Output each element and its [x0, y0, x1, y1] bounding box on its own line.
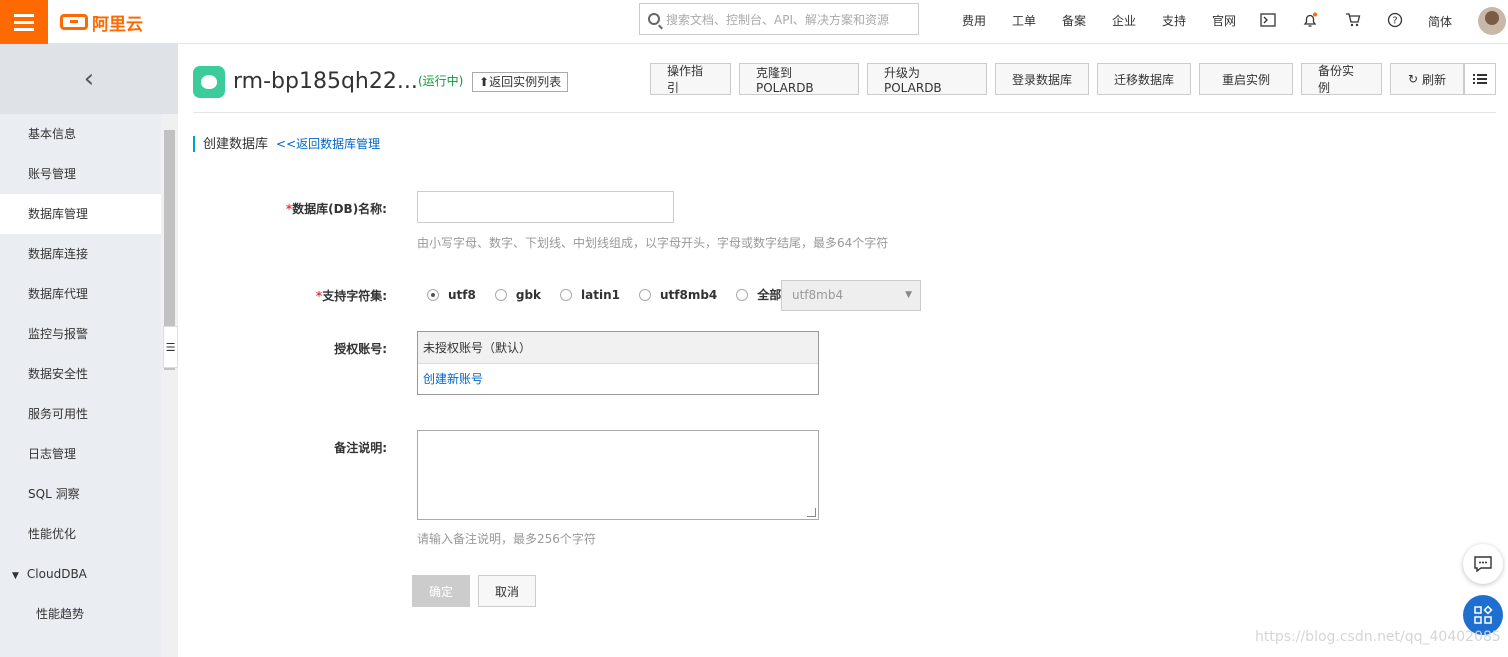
sidebar-item-logs[interactable]: 日志管理 [0, 434, 161, 474]
cancel-button[interactable]: 取消 [478, 575, 536, 607]
sidebar-item-accounts[interactable]: 账号管理 [0, 154, 161, 194]
backup-instance-button[interactable]: 备份实例 [1301, 63, 1382, 95]
instance-name: rm-bp185qh22... [233, 69, 418, 94]
charset-latin1-radio[interactable]: latin1 [560, 288, 620, 302]
terminal-icon[interactable] [1259, 11, 1277, 29]
charset-radio-group: utf8 gbk latin1 utf8mb4 全部 [427, 286, 800, 303]
login-db-button[interactable]: 登录数据库 [995, 63, 1089, 95]
back-to-instance-list-button[interactable]: ⬆返回实例列表 [472, 72, 569, 92]
list-icon [1473, 74, 1487, 84]
divider [193, 112, 1496, 113]
sidebar-item-connection[interactable]: 数据库连接 [0, 234, 161, 274]
sidebar: ‹ 基本信息 账号管理 数据库管理 数据库连接 数据库代理 监控与报警 数据安全… [0, 44, 178, 657]
confirm-button[interactable]: 确定 [412, 575, 470, 607]
sidebar-item-monitoring[interactable]: 监控与报警 [0, 314, 161, 354]
chevron-down-icon: ▼ [905, 290, 912, 300]
collapse-icon: ☰ [165, 340, 176, 354]
help-icon[interactable]: ? [1386, 11, 1404, 29]
remark-textarea[interactable] [417, 430, 819, 520]
refresh-icon: ↻ [1407, 72, 1419, 86]
svg-text:?: ? [1392, 16, 1397, 27]
watermark: https://blog.csdn.net/qq_40402085 [1255, 629, 1501, 645]
sidebar-item-sql-insight[interactable]: SQL 洞察 [0, 474, 161, 514]
chat-icon [1474, 556, 1492, 573]
sidebar-item-availability[interactable]: 服务可用性 [0, 394, 161, 434]
nav-official[interactable]: 官网 [1199, 12, 1249, 29]
charset-utf8-radio[interactable]: utf8 [427, 288, 476, 302]
radio-icon [560, 288, 573, 301]
upgrade-polardb-button[interactable]: 升级为POLARDB [867, 63, 987, 95]
apps-icon [1474, 605, 1493, 624]
nav-enterprise[interactable]: 企业 [1099, 12, 1149, 29]
account-list: 未授权账号（默认） 创建新账号 [417, 331, 819, 395]
charset-all-radio[interactable]: 全部 [736, 286, 781, 303]
remark-label: 备注说明: [334, 441, 387, 455]
refresh-button[interactable]: ↻ 刷新 [1390, 63, 1464, 95]
sidebar-back-button[interactable]: ‹ [0, 44, 178, 114]
remark-hint: 请输入备注说明，最多256个字符 [417, 532, 596, 546]
chevron-left-icon: ‹ [83, 64, 95, 94]
charset-select[interactable]: utf8mb4 ▼ [781, 280, 921, 311]
charset-label: *支持字符集: [315, 289, 387, 303]
sidebar-item-proxy[interactable]: 数据库代理 [0, 274, 161, 314]
top-nav: 费用 工单 备案 企业 支持 官网 [949, 0, 1249, 40]
logo-icon [60, 14, 88, 30]
restart-instance-button[interactable]: 重启实例 [1199, 63, 1293, 95]
radio-checked-icon [427, 288, 439, 301]
nav-tickets[interactable]: 工单 [999, 12, 1049, 29]
sidebar-item-performance[interactable]: 性能优化 [0, 514, 161, 554]
radio-icon [736, 288, 749, 301]
radio-icon [494, 288, 507, 301]
global-search[interactable]: 搜索文档、控制台、API、解决方案和资源 [639, 3, 919, 35]
sidebar-item-databases[interactable]: 数据库管理 [0, 194, 161, 234]
language-switch[interactable]: 简体 [1428, 13, 1452, 30]
sidebar-list: 基本信息 账号管理 数据库管理 数据库连接 数据库代理 监控与报警 数据安全性 … [0, 114, 161, 634]
bell-icon[interactable] [1301, 11, 1319, 29]
sidebar-item-security[interactable]: 数据安全性 [0, 354, 161, 394]
sidebar-item-label: CloudDBA [26, 567, 87, 581]
sidebar-item-perf-trend[interactable]: 性能趋势 [0, 594, 161, 634]
aliyun-logo[interactable]: 阿里云 [60, 9, 143, 35]
charset-gbk-radio[interactable]: gbk [494, 288, 541, 302]
upload-icon: ⬆ [479, 75, 490, 89]
chat-button[interactable] [1463, 544, 1503, 584]
avatar[interactable] [1478, 7, 1506, 35]
guide-button[interactable]: 操作指引 [650, 63, 731, 95]
top-bar: 阿里云 搜索文档、控制台、API、解决方案和资源 费用 工单 备案 企业 支持 … [0, 0, 1508, 44]
nav-icp[interactable]: 备案 [1049, 12, 1099, 29]
db-name-label: *数据库(DB)名称: [285, 202, 387, 216]
create-account-link[interactable]: 创建新账号 [418, 364, 818, 394]
hamburger-menu-button[interactable] [0, 0, 48, 44]
clone-polardb-button[interactable]: 克隆到POLARDB [739, 63, 859, 95]
radio-icon [638, 288, 651, 301]
list-view-button[interactable] [1464, 63, 1496, 95]
caret-down-icon: ▼ [12, 571, 19, 581]
charset-utf8mb4-radio[interactable]: utf8mb4 [638, 288, 717, 302]
db-name-hint: 由小写字母、数字、下划线、中划线组成，以字母开头，字母或数字结尾，最多64个字符 [417, 236, 889, 250]
logo-text: 阿里云 [92, 14, 143, 35]
sidebar-collapse-toggle[interactable]: ☰ [163, 326, 178, 368]
main-content: rm-bp185qh22... (运行中) ⬆返回实例列表 操作指引 克隆到PO… [178, 44, 1508, 657]
rds-instance-icon [193, 66, 225, 98]
account-label: 授权账号: [334, 342, 387, 356]
back-to-db-management-link[interactable]: <<返回数据库管理 [276, 137, 380, 151]
account-default-option[interactable]: 未授权账号（默认） [418, 332, 818, 364]
search-input[interactable]: 搜索文档、控制台、API、解决方案和资源 [666, 11, 889, 28]
sidebar-item-basic-info[interactable]: 基本信息 [0, 114, 161, 154]
db-name-input[interactable] [417, 191, 674, 223]
migrate-db-button[interactable]: 迁移数据库 [1097, 63, 1191, 95]
toolbar: 操作指引 克隆到POLARDB 升级为POLARDB 登录数据库 迁移数据库 重… [650, 63, 1464, 95]
search-icon [648, 13, 660, 25]
section-title: 创建数据库 <<返回数据库管理 [193, 136, 380, 152]
cart-icon[interactable] [1344, 11, 1362, 29]
instance-status: (运行中) [418, 74, 464, 88]
nav-fees[interactable]: 费用 [949, 12, 999, 29]
sidebar-item-clouddba[interactable]: ▼ CloudDBA [0, 554, 161, 594]
nav-support[interactable]: 支持 [1149, 12, 1199, 29]
